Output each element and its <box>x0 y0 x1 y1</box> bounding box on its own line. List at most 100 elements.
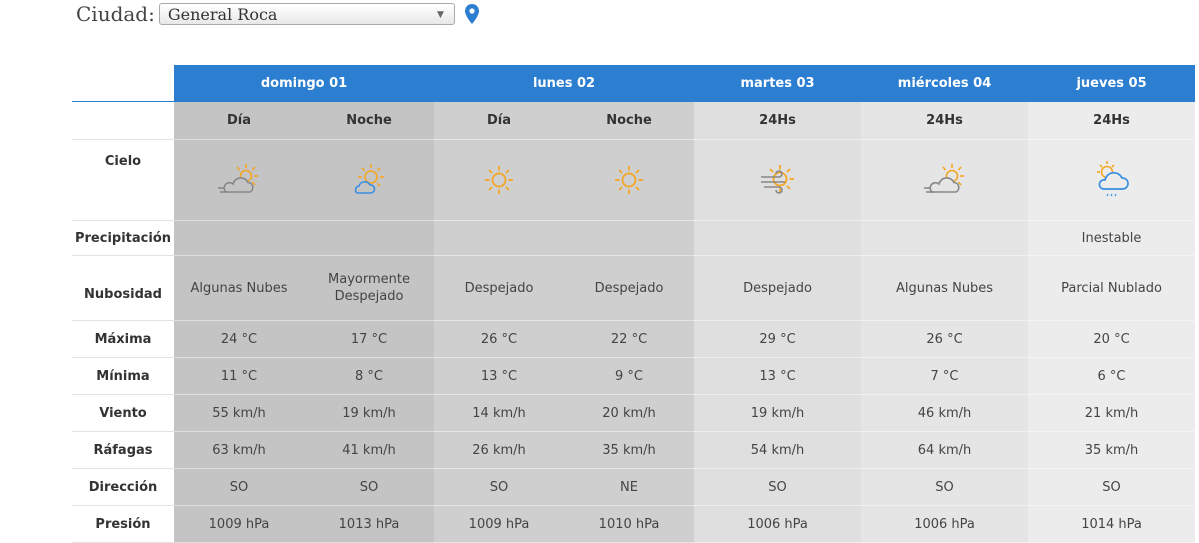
period-cell: 24Hs <box>1028 101 1196 140</box>
min-cell: 6 °C <box>1028 357 1196 395</box>
row-label-min: Mínima <box>72 357 174 395</box>
gust-cell: 41 km/h <box>304 431 435 469</box>
row-label-pres: Presión <box>72 505 174 543</box>
city-select-value: General Roca <box>167 4 278 24</box>
period-row-label <box>72 101 174 140</box>
day-header: miércoles 04 <box>861 65 1029 102</box>
precip-cell <box>694 220 862 256</box>
period-row: Día Noche Día Noche 24Hs 24Hs 24Hs <box>72 101 1196 140</box>
row-label-cloud: Nubosidad <box>72 255 174 321</box>
max-cell: 22 °C <box>564 320 695 358</box>
pres-cell: 1009 hPa <box>174 505 304 543</box>
pres-cell: 1006 hPa <box>694 505 862 543</box>
pres-cell: 1009 hPa <box>434 505 565 543</box>
gust-row: Ráfagas 63 km/h 41 km/h 26 km/h 35 km/h … <box>72 431 1196 469</box>
gust-cell: 35 km/h <box>1028 431 1196 469</box>
row-label-gust: Ráfagas <box>72 431 174 469</box>
sun-icon <box>485 166 514 194</box>
cloud-cell: Despejado <box>564 255 695 321</box>
precip-cell <box>434 220 565 256</box>
sun-cloud-rain-icon <box>1096 161 1129 197</box>
wind-cell: 19 km/h <box>304 394 435 432</box>
max-cell: 20 °C <box>1028 320 1196 358</box>
pres-cell: 1014 hPa <box>1028 505 1196 543</box>
location-pin-icon[interactable] <box>463 3 481 25</box>
cloud-cell: Despejado <box>694 255 862 321</box>
cloud-cell: Algunas Nubes <box>861 255 1029 321</box>
pres-row: Presión 1009 hPa 1013 hPa 1009 hPa 1010 … <box>72 505 1196 543</box>
gust-cell: 26 km/h <box>434 431 565 469</box>
period-cell: Día <box>174 101 304 140</box>
dir-cell: SO <box>1028 468 1196 506</box>
max-row: Máxima 24 °C 17 °C 26 °C 22 °C 29 °C 26 … <box>72 320 1196 358</box>
sun-icon <box>615 166 644 194</box>
sun-wind-icon <box>760 165 794 194</box>
dir-cell: SO <box>304 468 435 506</box>
wind-cell: 21 km/h <box>1028 394 1196 432</box>
min-cell: 13 °C <box>434 357 565 395</box>
day-header: martes 03 <box>694 65 862 102</box>
period-cell: Día <box>434 101 565 140</box>
pres-cell: 1006 hPa <box>861 505 1029 543</box>
period-cell: 24Hs <box>694 101 862 140</box>
wind-cell: 14 km/h <box>434 394 565 432</box>
cloud-cell: Parcial Nublado <box>1028 255 1196 321</box>
row-label-wind: Viento <box>72 394 174 432</box>
gust-cell: 63 km/h <box>174 431 304 469</box>
wind-row: Viento 55 km/h 19 km/h 14 km/h 20 km/h 1… <box>72 394 1196 432</box>
min-cell: 9 °C <box>564 357 695 395</box>
row-label-dir: Dirección <box>72 468 174 506</box>
dir-cell: SO <box>861 468 1029 506</box>
wind-cell: 20 km/h <box>564 394 695 432</box>
min-cell: 8 °C <box>304 357 435 395</box>
pres-cell: 1010 hPa <box>564 505 695 543</box>
wind-cell: 19 km/h <box>694 394 862 432</box>
city-label: Ciudad: <box>76 2 155 26</box>
city-selector-row: Ciudad: General Roca ▼ <box>76 0 481 28</box>
dir-cell: NE <box>564 468 695 506</box>
day-header: domingo 01 <box>174 65 435 102</box>
cloud-cell: Mayormente Despejado <box>304 255 435 321</box>
city-select[interactable]: General Roca ▼ <box>158 3 455 25</box>
row-label-sky: Cielo <box>72 139 174 221</box>
dir-cell: SO <box>174 468 304 506</box>
precip-cell: Inestable <box>1028 220 1196 256</box>
row-label-max: Máxima <box>72 320 174 358</box>
period-cell: Noche <box>564 101 695 140</box>
partly-cloudy-icon <box>218 164 258 193</box>
cloud-row: Nubosidad Algunas Nubes Mayormente Despe… <box>72 255 1196 321</box>
day-header-row: domingo 01 lunes 02 martes 03 miércoles … <box>72 65 1196 102</box>
cloud-cell: Algunas Nubes <box>174 255 304 321</box>
precip-cell <box>861 220 1029 256</box>
max-cell: 24 °C <box>174 320 304 358</box>
max-cell: 29 °C <box>694 320 862 358</box>
period-cell: 24Hs <box>861 101 1029 140</box>
dir-cell: SO <box>694 468 862 506</box>
wind-cell: 55 km/h <box>174 394 304 432</box>
period-cell: Noche <box>304 101 435 140</box>
dir-row: Dirección SO SO SO NE SO SO SO <box>72 468 1196 506</box>
partly-cloudy-icon <box>923 164 964 193</box>
sky-row: Cielo <box>72 139 1196 221</box>
row-label-precip: Precipitación <box>72 220 174 256</box>
min-cell: 11 °C <box>174 357 304 395</box>
cloud-cell: Despejado <box>434 255 565 321</box>
partly-cloudy-night-icon <box>354 164 384 194</box>
min-row: Mínima 11 °C 8 °C 13 °C 9 °C 13 °C 7 °C … <box>72 357 1196 395</box>
gust-cell: 64 km/h <box>861 431 1029 469</box>
chevron-down-icon: ▼ <box>436 10 444 20</box>
precip-cell <box>174 220 304 256</box>
pres-cell: 1013 hPa <box>304 505 435 543</box>
dir-cell: SO <box>434 468 565 506</box>
precip-cell <box>304 220 435 256</box>
wind-cell: 46 km/h <box>861 394 1029 432</box>
gust-cell: 35 km/h <box>564 431 695 469</box>
gust-cell: 54 km/h <box>694 431 862 469</box>
max-cell: 17 °C <box>304 320 435 358</box>
day-header: jueves 05 <box>1028 65 1196 102</box>
header-corner <box>72 65 174 102</box>
min-cell: 7 °C <box>861 357 1029 395</box>
forecast-table: domingo 01 lunes 02 martes 03 miércoles … <box>72 65 1196 543</box>
min-cell: 13 °C <box>694 357 862 395</box>
precip-cell <box>564 220 695 256</box>
